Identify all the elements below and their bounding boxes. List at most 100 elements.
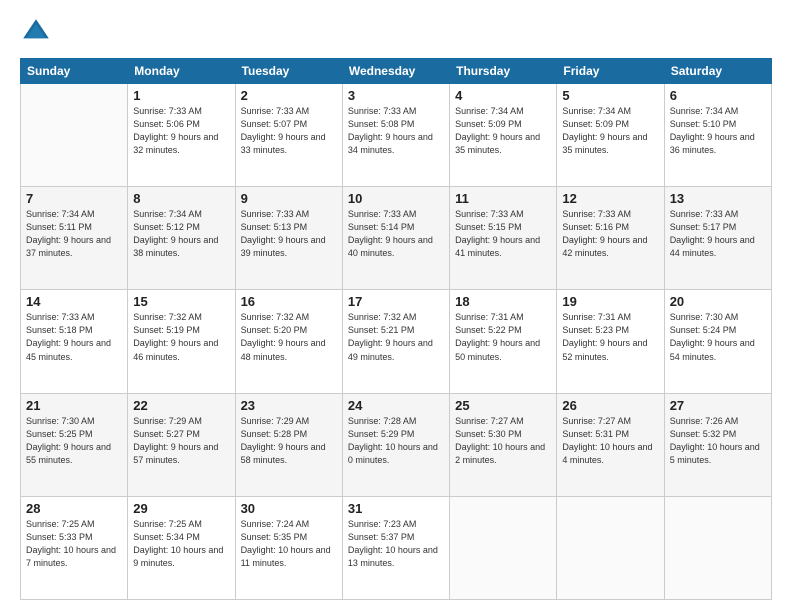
- calendar-cell: 4 Sunrise: 7:34 AMSunset: 5:09 PMDaylight…: [450, 84, 557, 187]
- day-number: 26: [562, 398, 658, 413]
- day-number: 30: [241, 501, 337, 516]
- day-info: Sunrise: 7:32 AMSunset: 5:21 PMDaylight:…: [348, 311, 444, 363]
- day-info: Sunrise: 7:29 AMSunset: 5:28 PMDaylight:…: [241, 415, 337, 467]
- calendar-cell: [664, 496, 771, 599]
- day-info: Sunrise: 7:33 AMSunset: 5:14 PMDaylight:…: [348, 208, 444, 260]
- calendar-header-wednesday: Wednesday: [342, 59, 449, 84]
- day-info: Sunrise: 7:24 AMSunset: 5:35 PMDaylight:…: [241, 518, 337, 570]
- day-number: 16: [241, 294, 337, 309]
- calendar-cell: 15 Sunrise: 7:32 AMSunset: 5:19 PMDayligh…: [128, 290, 235, 393]
- day-info: Sunrise: 7:27 AMSunset: 5:30 PMDaylight:…: [455, 415, 551, 467]
- calendar-cell: [21, 84, 128, 187]
- day-number: 19: [562, 294, 658, 309]
- day-info: Sunrise: 7:30 AMSunset: 5:25 PMDaylight:…: [26, 415, 122, 467]
- day-number: 3: [348, 88, 444, 103]
- calendar-header-monday: Monday: [128, 59, 235, 84]
- day-number: 28: [26, 501, 122, 516]
- day-number: 21: [26, 398, 122, 413]
- day-info: Sunrise: 7:33 AMSunset: 5:06 PMDaylight:…: [133, 105, 229, 157]
- calendar-cell: 19 Sunrise: 7:31 AMSunset: 5:23 PMDayligh…: [557, 290, 664, 393]
- day-number: 11: [455, 191, 551, 206]
- calendar-cell: 2 Sunrise: 7:33 AMSunset: 5:07 PMDaylight…: [235, 84, 342, 187]
- day-number: 20: [670, 294, 766, 309]
- day-number: 22: [133, 398, 229, 413]
- day-info: Sunrise: 7:25 AMSunset: 5:34 PMDaylight:…: [133, 518, 229, 570]
- day-info: Sunrise: 7:33 AMSunset: 5:17 PMDaylight:…: [670, 208, 766, 260]
- calendar-week-row: 14Sunrise: 7:33 AMSunset: 5:18 PMDayligh…: [21, 290, 772, 393]
- calendar-cell: 8Sunrise: 7:34 AMSunset: 5:12 PMDaylight…: [128, 187, 235, 290]
- day-info: Sunrise: 7:34 AMSunset: 5:09 PMDaylight:…: [455, 105, 551, 157]
- day-number: 29: [133, 501, 229, 516]
- calendar-cell: 10 Sunrise: 7:33 AMSunset: 5:14 PMDayligh…: [342, 187, 449, 290]
- day-number: 17: [348, 294, 444, 309]
- calendar-cell: 23 Sunrise: 7:29 AMSunset: 5:28 PMDayligh…: [235, 393, 342, 496]
- calendar-cell: 29 Sunrise: 7:25 AMSunset: 5:34 PMDayligh…: [128, 496, 235, 599]
- day-number: 12: [562, 191, 658, 206]
- day-number: 6: [670, 88, 766, 103]
- calendar-cell: 9Sunrise: 7:33 AMSunset: 5:13 PMDaylight…: [235, 187, 342, 290]
- calendar-cell: 11Sunrise: 7:33 AMSunset: 5:15 PMDayligh…: [450, 187, 557, 290]
- calendar-header-sunday: Sunday: [21, 59, 128, 84]
- header: [20, 16, 772, 48]
- day-info: Sunrise: 7:34 AMSunset: 5:10 PMDaylight:…: [670, 105, 766, 157]
- day-number: 1: [133, 88, 229, 103]
- day-info: Sunrise: 7:34 AMSunset: 5:11 PMDaylight:…: [26, 208, 122, 260]
- day-info: Sunrise: 7:32 AMSunset: 5:19 PMDaylight:…: [133, 311, 229, 363]
- day-number: 18: [455, 294, 551, 309]
- day-info: Sunrise: 7:25 AMSunset: 5:33 PMDaylight:…: [26, 518, 122, 570]
- calendar-cell: 1 Sunrise: 7:33 AMSunset: 5:06 PMDaylight…: [128, 84, 235, 187]
- calendar-cell: [450, 496, 557, 599]
- day-info: Sunrise: 7:33 AMSunset: 5:07 PMDaylight:…: [241, 105, 337, 157]
- day-info: Sunrise: 7:33 AMSunset: 5:13 PMDaylight:…: [241, 208, 337, 260]
- calendar-header-friday: Friday: [557, 59, 664, 84]
- calendar-cell: 28 Sunrise: 7:25 AMSunset: 5:33 PMDayligh…: [21, 496, 128, 599]
- day-number: 24: [348, 398, 444, 413]
- calendar-cell: 30 Sunrise: 7:24 AMSunset: 5:35 PMDayligh…: [235, 496, 342, 599]
- day-number: 14: [26, 294, 122, 309]
- day-info: Sunrise: 7:34 AMSunset: 5:09 PMDaylight:…: [562, 105, 658, 157]
- calendar-cell: 18 Sunrise: 7:31 AMSunset: 5:22 PMDayligh…: [450, 290, 557, 393]
- day-number: 5: [562, 88, 658, 103]
- day-info: Sunrise: 7:33 AMSunset: 5:08 PMDaylight:…: [348, 105, 444, 157]
- day-info: Sunrise: 7:30 AMSunset: 5:24 PMDaylight:…: [670, 311, 766, 363]
- calendar-header-tuesday: Tuesday: [235, 59, 342, 84]
- day-info: Sunrise: 7:31 AMSunset: 5:22 PMDaylight:…: [455, 311, 551, 363]
- day-number: 15: [133, 294, 229, 309]
- calendar-cell: 24 Sunrise: 7:28 AMSunset: 5:29 PMDayligh…: [342, 393, 449, 496]
- day-number: 31: [348, 501, 444, 516]
- calendar-cell: 3 Sunrise: 7:33 AMSunset: 5:08 PMDaylight…: [342, 84, 449, 187]
- calendar-cell: 31 Sunrise: 7:23 AMSunset: 5:37 PMDayligh…: [342, 496, 449, 599]
- day-number: 10: [348, 191, 444, 206]
- calendar-cell: 26 Sunrise: 7:27 AMSunset: 5:31 PMDayligh…: [557, 393, 664, 496]
- day-info: Sunrise: 7:26 AMSunset: 5:32 PMDaylight:…: [670, 415, 766, 467]
- calendar-cell: 21 Sunrise: 7:30 AMSunset: 5:25 PMDayligh…: [21, 393, 128, 496]
- calendar-week-row: 7 Sunrise: 7:34 AMSunset: 5:11 PMDaylight…: [21, 187, 772, 290]
- day-number: 7: [26, 191, 122, 206]
- calendar: SundayMondayTuesdayWednesdayThursdayFrid…: [20, 58, 772, 600]
- calendar-cell: 16Sunrise: 7:32 AMSunset: 5:20 PMDayligh…: [235, 290, 342, 393]
- calendar-cell: 22 Sunrise: 7:29 AMSunset: 5:27 PMDayligh…: [128, 393, 235, 496]
- day-number: 8: [133, 191, 229, 206]
- day-info: Sunrise: 7:31 AMSunset: 5:23 PMDaylight:…: [562, 311, 658, 363]
- day-number: 2: [241, 88, 337, 103]
- page: SundayMondayTuesdayWednesdayThursdayFrid…: [0, 0, 792, 612]
- day-info: Sunrise: 7:23 AMSunset: 5:37 PMDaylight:…: [348, 518, 444, 570]
- day-info: Sunrise: 7:27 AMSunset: 5:31 PMDaylight:…: [562, 415, 658, 467]
- calendar-header-thursday: Thursday: [450, 59, 557, 84]
- calendar-cell: 20 Sunrise: 7:30 AMSunset: 5:24 PMDayligh…: [664, 290, 771, 393]
- calendar-cell: 17 Sunrise: 7:32 AMSunset: 5:21 PMDayligh…: [342, 290, 449, 393]
- day-number: 25: [455, 398, 551, 413]
- day-number: 4: [455, 88, 551, 103]
- calendar-cell: 6 Sunrise: 7:34 AMSunset: 5:10 PMDaylight…: [664, 84, 771, 187]
- calendar-header-saturday: Saturday: [664, 59, 771, 84]
- calendar-week-row: 28 Sunrise: 7:25 AMSunset: 5:33 PMDayligh…: [21, 496, 772, 599]
- calendar-cell: 14Sunrise: 7:33 AMSunset: 5:18 PMDayligh…: [21, 290, 128, 393]
- calendar-week-row: 21 Sunrise: 7:30 AMSunset: 5:25 PMDayligh…: [21, 393, 772, 496]
- calendar-cell: 12Sunrise: 7:33 AMSunset: 5:16 PMDayligh…: [557, 187, 664, 290]
- calendar-cell: 27Sunrise: 7:26 AMSunset: 5:32 PMDayligh…: [664, 393, 771, 496]
- day-number: 13: [670, 191, 766, 206]
- day-info: Sunrise: 7:29 AMSunset: 5:27 PMDaylight:…: [133, 415, 229, 467]
- day-number: 23: [241, 398, 337, 413]
- day-info: Sunrise: 7:28 AMSunset: 5:29 PMDaylight:…: [348, 415, 444, 467]
- calendar-week-row: 1 Sunrise: 7:33 AMSunset: 5:06 PMDaylight…: [21, 84, 772, 187]
